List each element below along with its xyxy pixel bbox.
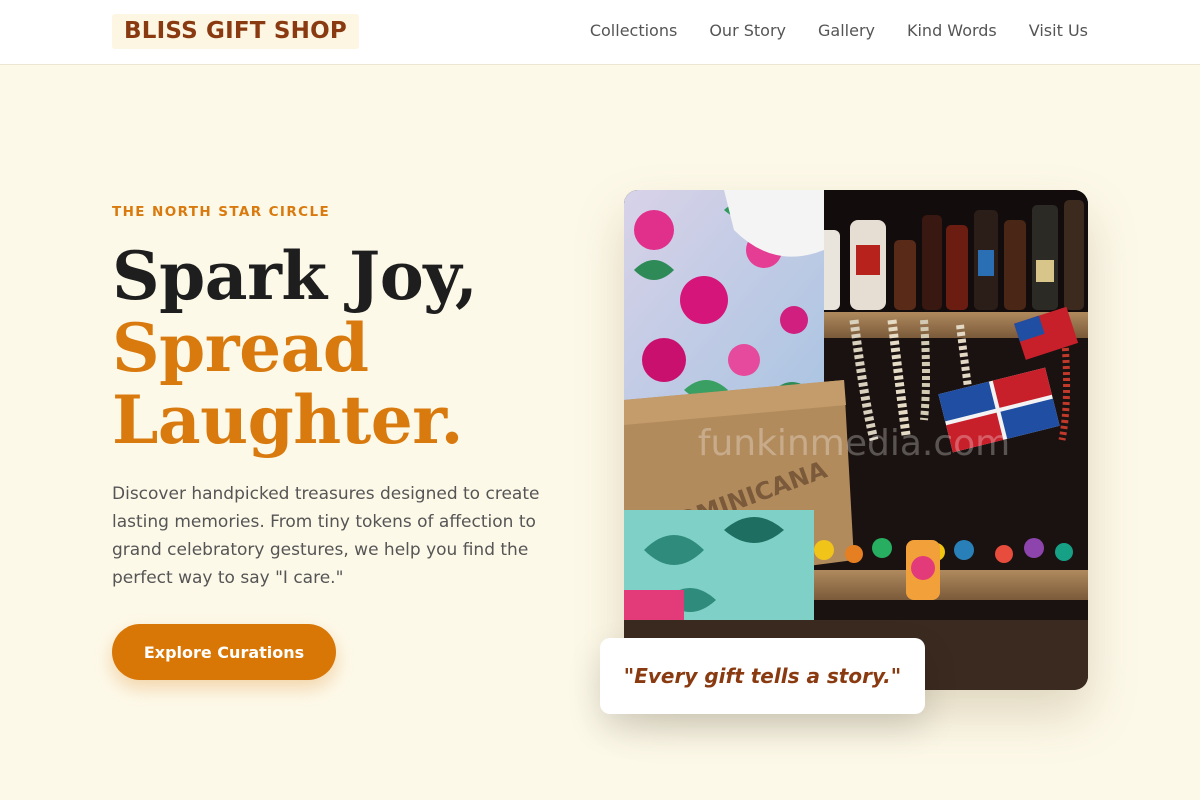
nav-link-our-story[interactable]: Our Story <box>709 21 786 41</box>
hero-description: Discover handpicked treasures designed t… <box>112 484 540 588</box>
site-logo[interactable]: BLISS GIFT SHOP <box>112 14 359 49</box>
nav-link-gallery[interactable]: Gallery <box>818 21 875 41</box>
headline-line-1: Spark Joy, <box>112 237 478 315</box>
gift-market-stall-illustration: DOMINICANA funkinmedia.com <box>624 190 1088 690</box>
site-header: BLISS GIFT SHOP Collections Our Story Ga… <box>0 0 1200 65</box>
headline-line-2: Spread Laughter. <box>112 309 463 459</box>
image-watermark: funkinmedia.com <box>698 423 1010 464</box>
main-nav: Collections Our Story Gallery Kind Words… <box>590 21 1088 41</box>
nav-link-kind-words[interactable]: Kind Words <box>907 21 997 41</box>
hero-eyebrow: THE NORTH STAR CIRCLE <box>112 204 331 220</box>
tropical-cloth <box>624 510 814 630</box>
nav-link-collections[interactable]: Collections <box>590 21 677 41</box>
quote-text: "Every gift tells a story." <box>623 664 902 688</box>
nav-link-visit-us[interactable]: Visit Us <box>1029 21 1088 41</box>
explore-curations-button[interactable]: Explore Curations <box>112 624 336 680</box>
hero-image: DOMINICANA funkinmedia.com <box>624 190 1088 690</box>
hero-headline: Spark Joy, Spread Laughter. <box>112 240 592 456</box>
quote-card: "Every gift tells a story." <box>600 638 925 714</box>
